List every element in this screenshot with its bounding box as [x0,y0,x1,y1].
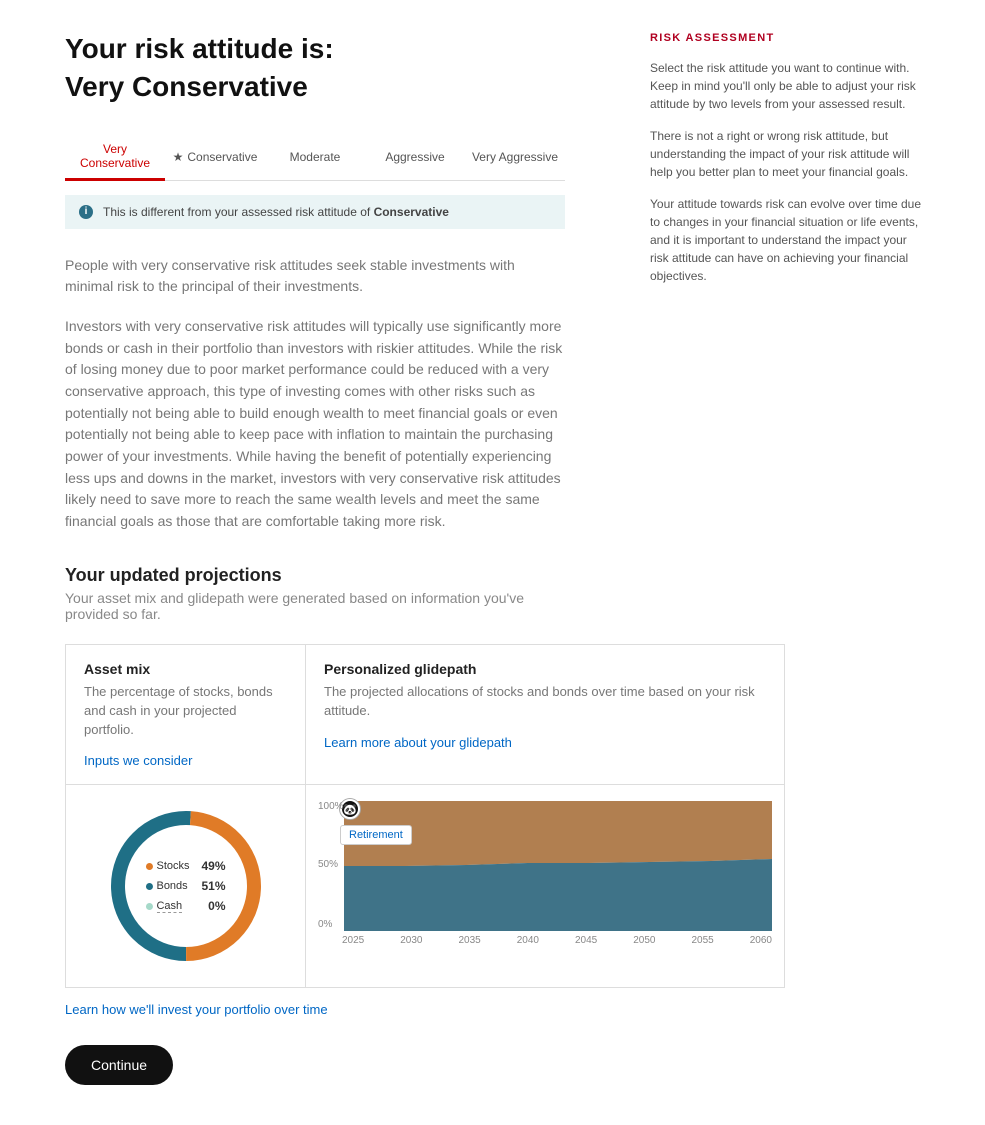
learn-invest-link[interactable]: Learn how we'll invest your portfolio ov… [65,1002,328,1017]
info-icon: i [79,205,93,219]
body-text: People with very conservative risk attit… [65,255,565,533]
y-tick-0: 0% [318,919,332,930]
y-tick-50: 50% [318,859,338,870]
x-tick: 2045 [575,935,597,946]
sidebar-p2: There is not a right or wrong risk attit… [650,127,925,181]
donut-legend: Stocks 49% Bonds 51% Cash 0% [138,855,232,917]
y-tick-100: 100% [318,801,344,812]
legend-row-bonds: Bonds 51% [140,877,230,895]
area-svg [318,801,772,931]
legend-label: Cash [156,900,182,913]
body-p2: Investors with very conservative risk at… [65,316,565,533]
legend-label: Bonds [156,880,187,892]
glidepath-chart-container: Retirement 100% 50% 0% [306,785,784,987]
dot-icon [145,863,152,870]
area-series-bonds [344,859,772,931]
info-banner: i This is different from your assessed r… [65,195,565,229]
sidebar-p3: Your attitude towards risk can evolve ov… [650,195,925,285]
x-tick: 2025 [342,935,364,946]
tab-aggressive[interactable]: Aggressive [365,134,465,180]
x-tick: 2055 [692,935,714,946]
title-line-1: Your risk attitude is: [65,33,334,64]
inputs-we-consider-link[interactable]: Inputs we consider [84,753,192,768]
body-p1: People with very conservative risk attit… [65,255,565,298]
tab-moderate[interactable]: Moderate [265,134,365,180]
legend-value: 51 [201,879,214,893]
tab-conservative-label: Conservative [187,150,257,164]
asset-mix-title: Asset mix [84,661,287,677]
info-bold: Conservative [374,205,449,219]
risk-tabs: Very Conservative ★ Conservative Moderat… [65,134,565,181]
x-tick: 2040 [517,935,539,946]
legend-value: 49 [201,859,214,873]
title-line-2: Very Conservative [65,71,308,102]
asset-mix-desc: The percentage of stocks, bonds and cash… [84,683,287,740]
legend-row-cash: Cash 0% [140,897,230,915]
asset-mix-card: Asset mix The percentage of stocks, bond… [66,645,306,785]
legend-value: 0 [208,899,215,913]
glidepath-area-chart: Retirement 100% 50% 0% [318,801,772,951]
retirement-tooltip: Retirement [340,825,412,845]
donut-chart-container: Stocks 49% Bonds 51% Cash 0% [66,785,306,987]
asset-mix-donut: Stocks 49% Bonds 51% Cash 0% [101,801,271,971]
info-prefix: This is different from your assessed ris… [103,205,374,219]
star-icon: ★ [173,150,184,164]
continue-button[interactable]: Continue [65,1045,173,1085]
tab-conservative[interactable]: ★ Conservative [165,134,265,180]
x-tick: 2060 [750,935,772,946]
sidebar-p1: Select the risk attitude you want to con… [650,59,925,113]
tab-very-aggressive[interactable]: Very Aggressive [465,134,565,180]
x-tick: 2035 [459,935,481,946]
info-text: This is different from your assessed ris… [103,205,449,219]
projections-title: Your updated projections [65,565,565,586]
glidepath-learn-link[interactable]: Learn more about your glidepath [324,735,512,750]
legend-row-stocks: Stocks 49% [140,857,230,875]
projections-chart-row: Stocks 49% Bonds 51% Cash 0% [65,785,785,988]
legend-label: Stocks [156,860,189,872]
x-tick: 2050 [633,935,655,946]
x-tick: 2030 [400,935,422,946]
projections-sub: Your asset mix and glidepath were genera… [65,590,565,622]
sidebar-title: RISK ASSESSMENT [650,30,925,47]
dot-icon [145,883,152,890]
page-title: Your risk attitude is: Very Conservative [65,30,565,106]
tab-very-conservative[interactable]: Very Conservative [65,134,165,181]
dot-icon [145,903,152,910]
x-axis: 2025 2030 2035 2040 2045 2050 2055 2060 [318,931,772,946]
